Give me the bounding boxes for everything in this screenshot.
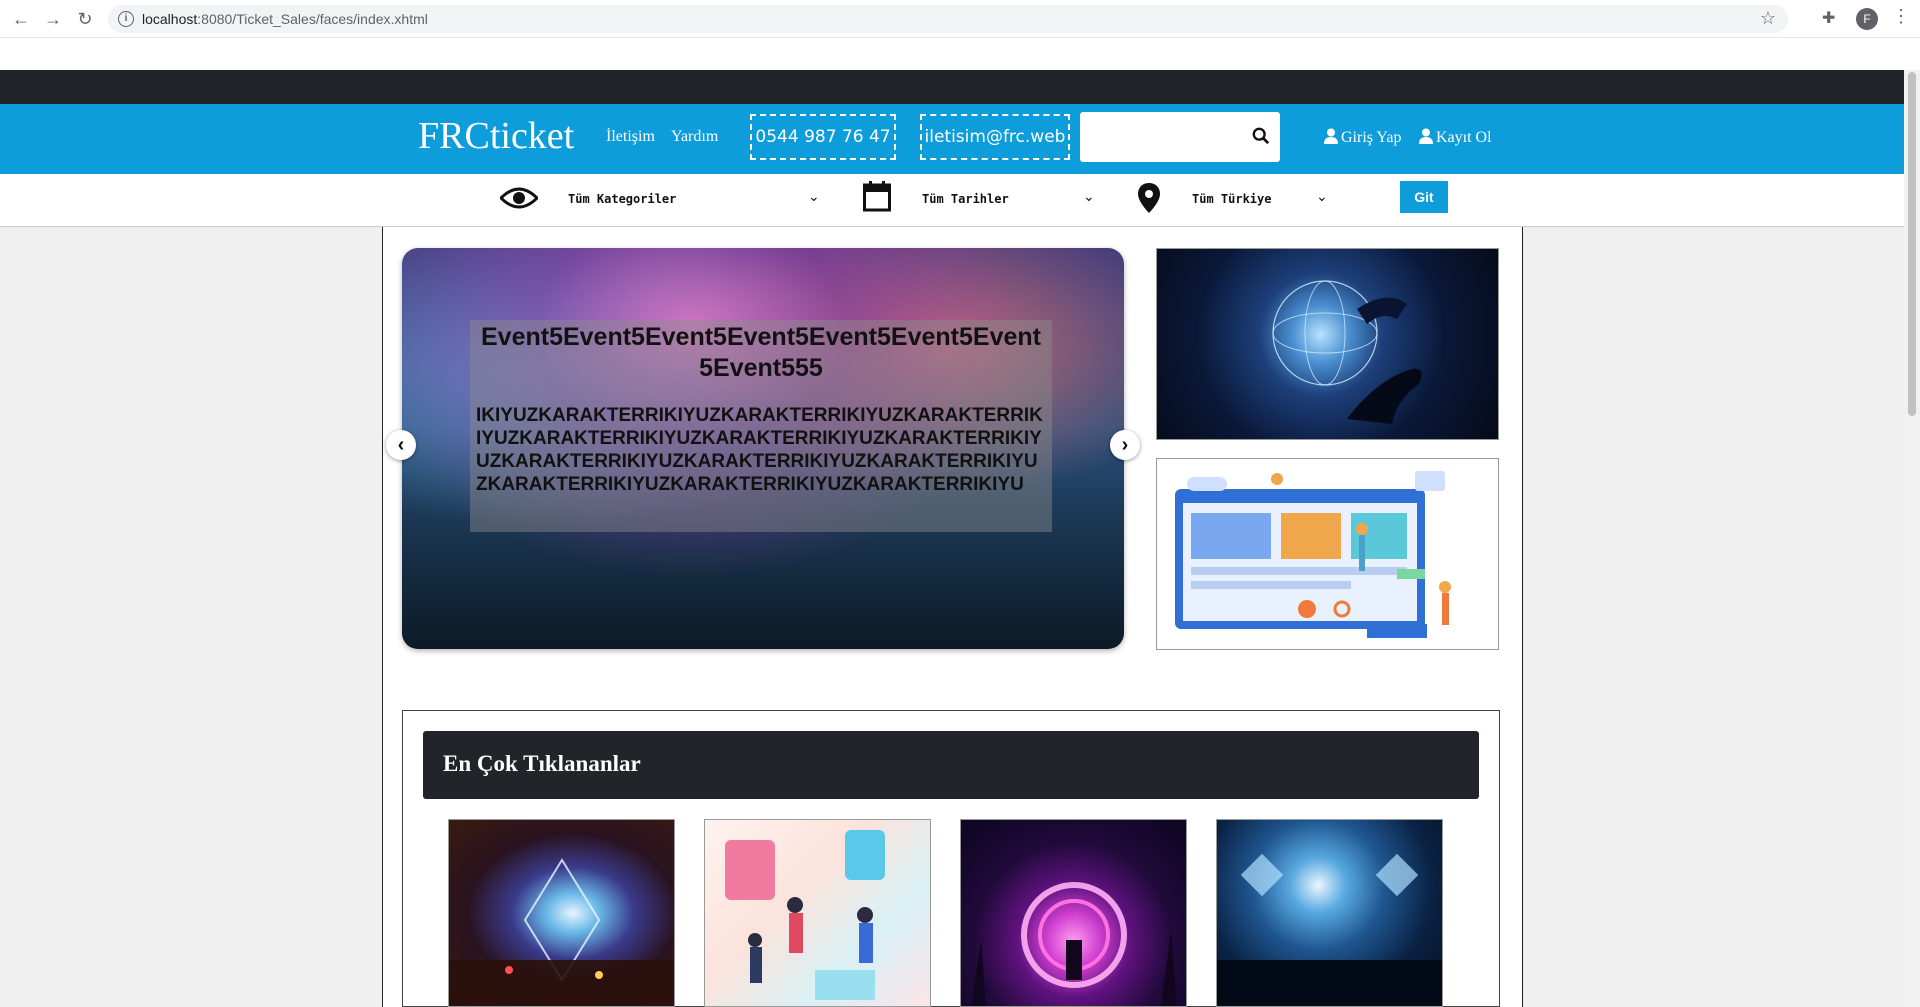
section-heading: En Çok Tıklananlar (443, 751, 641, 776)
chevron-down-icon[interactable]: ⌄ (1083, 188, 1095, 205)
search-box (1080, 112, 1280, 162)
register-link[interactable]: Kayıt Ol (1419, 128, 1492, 147)
user-icon (1419, 128, 1433, 144)
reload-icon[interactable]: ↻ (74, 8, 96, 30)
chevron-down-icon[interactable]: ⌄ (808, 188, 820, 205)
event-card-image[interactable] (960, 819, 1187, 1007)
browser-menu-icon[interactable]: ⋮ (1892, 6, 1910, 27)
concert-stage-image (449, 858, 674, 1006)
location-select[interactable]: Tüm Türkiye (1192, 192, 1271, 206)
map-pin-icon (1138, 183, 1160, 213)
page-scrollbar[interactable] (1904, 70, 1920, 1007)
go-button[interactable]: Git (1400, 181, 1448, 213)
event-carousel[interactable]: Event5Event5Event5Event5Event5Event5Even… (402, 248, 1124, 649)
address-bar[interactable]: i localhost:8080/Ticket_Sales/faces/inde… (108, 5, 1788, 33)
eye-icon (500, 187, 538, 209)
chevron-down-icon[interactable]: ⌄ (1316, 188, 1328, 205)
section-heading-bar: En Çok Tıklananlar (423, 731, 1479, 799)
event-card-image[interactable] (704, 819, 931, 1007)
address-url[interactable]: localhost:8080/Ticket_Sales/faces/index.… (142, 11, 428, 27)
top-dark-band (0, 70, 1904, 104)
site-info-icon[interactable]: i (118, 11, 134, 27)
carousel-next-button[interactable]: › (1110, 430, 1140, 460)
user-icon (1324, 128, 1338, 144)
date-select[interactable]: Tüm Tarihler (922, 192, 1009, 206)
carousel-prev-button[interactable]: ‹ (386, 430, 416, 460)
browser-toolbar: ← → ↻ i localhost:8080/Ticket_Sales/face… (0, 0, 1920, 38)
email-box: iletisim@frc.web (920, 114, 1070, 160)
carousel-description: IKIYUZKARAKTERRIKIYUZKARAKTERRIKIYUZKARA… (476, 405, 1043, 495)
globe-hand-illustration (1272, 280, 1422, 424)
event-card-image[interactable] (1216, 819, 1443, 1007)
forward-icon[interactable]: → (42, 8, 64, 30)
nav-link-help[interactable]: Yardım (671, 128, 718, 146)
neon-portal-image (971, 882, 1177, 1006)
site-logo[interactable]: FRCticket (418, 114, 574, 158)
extensions-icon[interactable]: ✚ (1822, 8, 1835, 28)
nav-link-contact[interactable]: İletişim (606, 128, 655, 146)
search-input[interactable] (1080, 112, 1240, 162)
bookmark-star-icon[interactable]: ☆ (1760, 8, 1776, 29)
search-icon[interactable] (1252, 127, 1270, 145)
phone-number-box: 0544 987 76 47 (750, 114, 896, 160)
event-card-image[interactable] (448, 819, 675, 1007)
calendar-icon (863, 181, 891, 212)
site-header: FRCticket İletişim Yardım 0544 987 76 47… (0, 104, 1904, 174)
side-banner-image[interactable] (1156, 458, 1499, 650)
filter-bar: Tüm Kategoriler ⌄ Tüm Tarihler ⌄ Tüm Tür… (0, 174, 1904, 227)
login-link[interactable]: Giriş Yap (1324, 128, 1401, 147)
back-icon[interactable]: ← (10, 8, 32, 30)
profile-avatar[interactable]: F (1856, 8, 1878, 30)
side-banner-image[interactable] (1156, 248, 1499, 440)
web-team-illustration (1175, 471, 1451, 638)
scrollbar-thumb[interactable] (1908, 72, 1916, 416)
carousel-caption: Event5Event5Event5Event5Event5Event5Even… (470, 320, 1052, 532)
category-select[interactable]: Tüm Kategoriler (568, 192, 676, 206)
concert-crowd-image (1217, 853, 1442, 1006)
people-illustration (725, 830, 885, 1000)
carousel-title: Event5Event5Event5Event5Event5Event5Even… (481, 323, 1041, 382)
